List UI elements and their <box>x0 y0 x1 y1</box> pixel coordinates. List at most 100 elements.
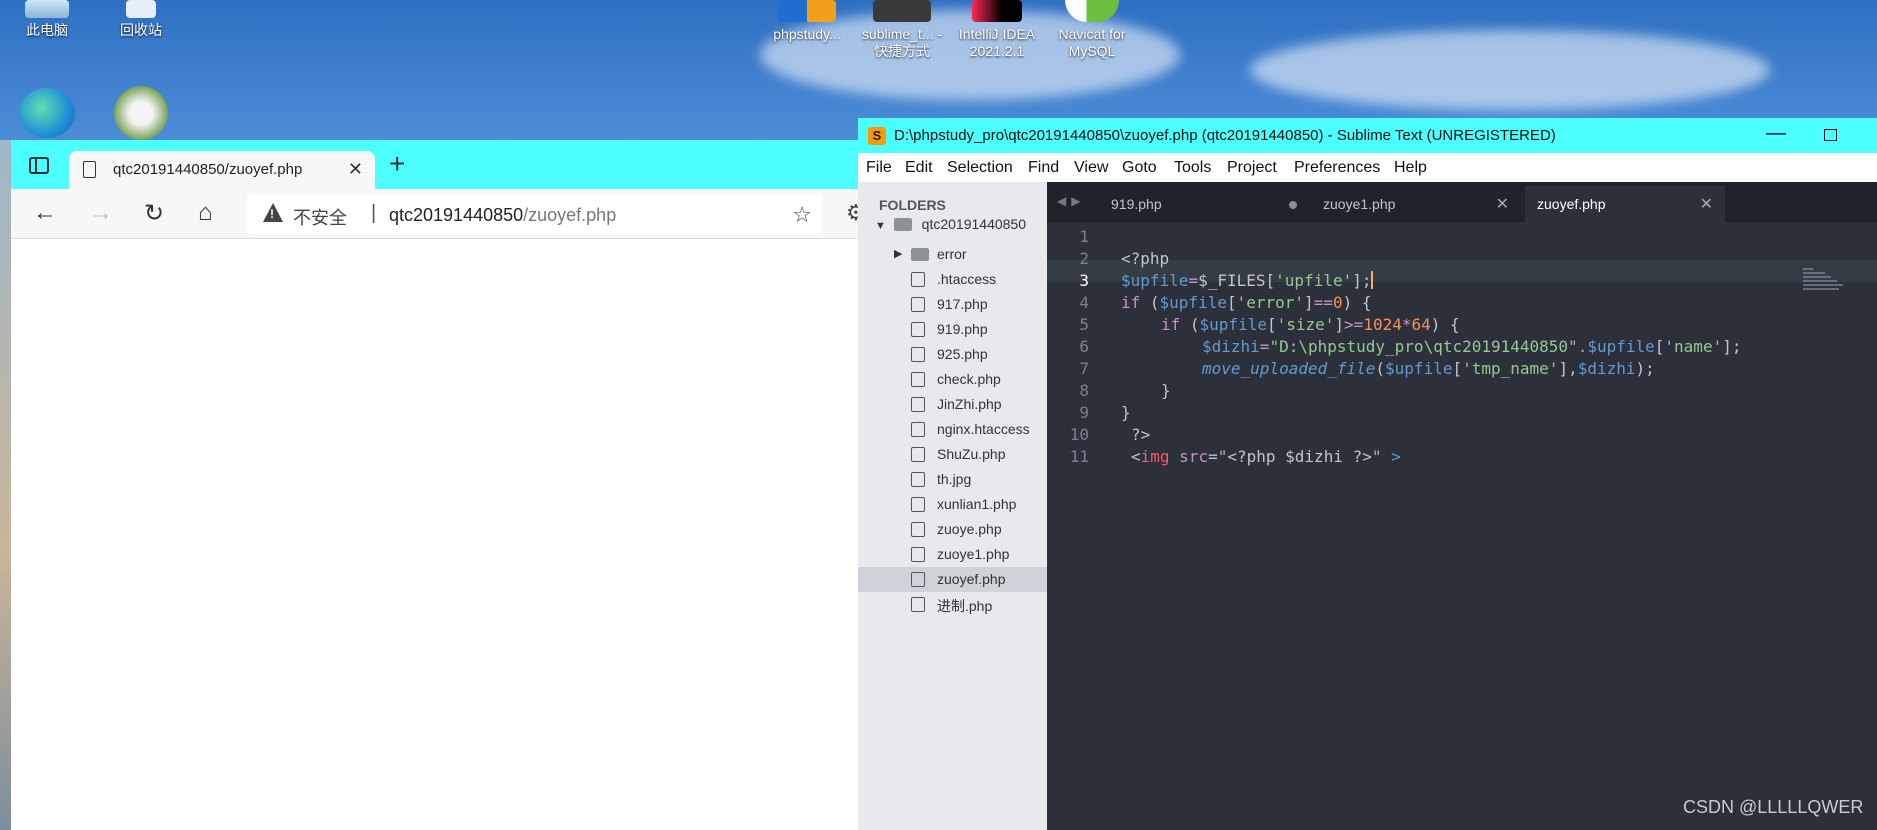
code-line: $upfile=$_FILES['upfile']; <box>1121 271 1374 290</box>
sidebar-item-file[interactable]: 进制.php <box>858 592 1047 617</box>
sidebar-item-file[interactable]: nginx.htaccess <box>858 417 1047 442</box>
home-button[interactable]: ⌂ <box>198 199 213 227</box>
sidebar-item-selected[interactable]: zuoyef.php <box>858 567 1047 592</box>
intellij-icon <box>972 0 1022 22</box>
this-pc-icon <box>25 0 69 18</box>
desktop-icon-recycle-bin[interactable]: 回收站 <box>98 0 184 39</box>
sidebar-item-file[interactable]: ShuZu.php <box>858 442 1047 467</box>
desktop-cloud <box>1250 30 1770 110</box>
line-number: 1 <box>1079 227 1089 246</box>
file-icon <box>911 547 925 562</box>
desktop-icon-intellij[interactable]: IntelliJ IDEA 2021.2.1 <box>954 0 1040 60</box>
tab-navigation-arrows[interactable]: ◀▶ <box>1057 194 1085 208</box>
editor-tab[interactable]: 919.php <box>1099 186 1309 222</box>
sidebar-item-file[interactable]: JinZhi.php <box>858 392 1047 417</box>
menu-goto[interactable]: Goto <box>1122 159 1157 177</box>
code-token: $dizhi <box>1577 359 1636 378</box>
sidebar-item-file[interactable]: check.php <box>858 367 1047 392</box>
tab-title: qtc20191440850/zuoyef.php <box>113 161 303 178</box>
tab-actions-icon[interactable] <box>29 157 49 174</box>
menu-find[interactable]: Find <box>1028 159 1059 177</box>
sidebar-item-label: zuoyef.php <box>937 571 1006 587</box>
maximize-button[interactable] <box>1824 129 1837 141</box>
sidebar-item-label: 925.php <box>937 346 988 362</box>
browser-tab[interactable]: qtc20191440850/zuoyef.php ✕ <box>69 151 375 189</box>
desktop-icon-navicat[interactable]: Navicat for MySQL <box>1049 0 1135 60</box>
menu-bar: File Edit Selection Find View Goto Tools… <box>858 153 1877 182</box>
editor-tab-active[interactable]: zuoyef.php ✕ <box>1525 186 1725 222</box>
code-token: 64 <box>1411 315 1431 334</box>
code-token: ( <box>1375 359 1386 378</box>
code-token: <?php <box>1121 249 1170 268</box>
desktop-icon-plants[interactable] <box>98 86 184 144</box>
new-tab-button[interactable]: + <box>389 148 405 180</box>
file-icon <box>911 272 925 287</box>
sidebar-item-file[interactable]: 919.php <box>858 317 1047 342</box>
code-token: == <box>1313 293 1333 312</box>
code-token: ] <box>1304 293 1314 312</box>
sublime-title-bar: S D:\phpstudy_pro\qtc20191440850\zuoyef.… <box>858 118 1877 153</box>
security-label[interactable]: 不安全 <box>293 204 347 230</box>
sidebar-item-label: nginx.htaccess <box>937 421 1030 437</box>
sidebar-item-label: xunlian1.php <box>937 496 1017 512</box>
sidebar-item-image[interactable]: th.jpg <box>858 467 1047 492</box>
forward-button[interactable]: → <box>89 199 113 227</box>
root-folder[interactable]: ▼ qtc20191440850 <box>875 216 1026 232</box>
warning-mark: ! <box>270 207 274 221</box>
close-tab-icon[interactable]: ✕ <box>1700 194 1713 214</box>
collapse-arrow-icon[interactable]: ▶ <box>894 247 902 260</box>
favorite-icon[interactable]: ☆ <box>792 202 812 228</box>
desktop-icon-sublime[interactable]: sublime_t... - 快捷方式 <box>860 0 944 60</box>
menu-selection[interactable]: Selection <box>947 159 1013 177</box>
menu-tools[interactable]: Tools <box>1174 159 1211 177</box>
code-token: <?php $dizhi ?> <box>1227 447 1372 466</box>
desktop-icon-edge[interactable] <box>4 88 90 142</box>
sidebar-item-file[interactable]: 925.php <box>858 342 1047 367</box>
folder-icon <box>893 218 912 231</box>
code-token: >= <box>1344 315 1364 334</box>
sidebar-item-file[interactable]: zuoye.php <box>858 517 1047 542</box>
line-number: 4 <box>1079 293 1089 312</box>
editor-tab[interactable]: zuoye1.php ✕ <box>1311 186 1521 222</box>
desktop-wallpaper-edge <box>0 140 11 830</box>
line-number: 8 <box>1079 381 1089 400</box>
menu-view[interactable]: View <box>1074 159 1108 177</box>
code-token: 'size' <box>1276 315 1335 334</box>
code-token: [ <box>1226 293 1237 312</box>
minimap[interactable] <box>1803 268 1863 298</box>
sublime-logo-icon: S <box>868 127 886 145</box>
code-token: [ <box>1266 315 1277 334</box>
menu-edit[interactable]: Edit <box>905 159 933 177</box>
phpstudy-icon <box>778 0 836 22</box>
code-token: $_FILES <box>1198 271 1266 290</box>
code-token: = <box>1188 271 1199 290</box>
code-token: } <box>1121 403 1131 422</box>
expand-icon[interactable]: ▼ <box>875 220 886 232</box>
minimize-button[interactable]: — <box>1766 122 1786 145</box>
file-icon <box>911 397 925 412</box>
sidebar-item-label: check.php <box>937 371 1001 387</box>
tab-close-icon[interactable]: ✕ <box>348 159 363 180</box>
sidebar-item-file[interactable]: 917.php <box>858 292 1047 317</box>
editor-tab-bar: ◀▶ 919.php zuoye1.php ✕ zuoyef.php ✕ <box>1047 182 1877 222</box>
sidebar-item-file[interactable]: zuoye1.php <box>858 542 1047 567</box>
back-button[interactable]: ← <box>33 199 57 227</box>
desktop-icon-phpstudy[interactable]: phpstudy... <box>764 0 850 43</box>
browser-window: qtc20191440850/zuoyef.php ✕ + ← → ↻ ⌂ ! … <box>11 140 866 830</box>
menu-project[interactable]: Project <box>1227 159 1277 177</box>
desktop-icon-this-pc[interactable]: 此电脑 <box>4 0 90 39</box>
editor-tab-label: zuoye1.php <box>1323 196 1396 212</box>
sidebar-item-file[interactable]: .htaccess <box>858 267 1047 292</box>
address-bar[interactable]: ! 不安全 | qtc20191440850/zuoyef.php ☆ <box>247 194 822 234</box>
menu-help[interactable]: Help <box>1394 159 1427 177</box>
desktop-icon-label: IntelliJ IDEA 2021.2.1 <box>958 26 1036 59</box>
code-area[interactable]: 1 2 3 4 5 6 7 8 9 10 11 <?php $upfile=$_… <box>1047 222 1877 830</box>
unsaved-indicator-icon[interactable] <box>1289 201 1297 209</box>
sidebar-item-file[interactable]: xunlian1.php <box>858 492 1047 517</box>
menu-preferences[interactable]: Preferences <box>1294 159 1380 177</box>
reload-button[interactable]: ↻ <box>144 199 164 228</box>
sidebar-item-error[interactable]: ▶ error <box>858 242 1047 267</box>
close-tab-icon[interactable]: ✕ <box>1496 194 1509 214</box>
menu-file[interactable]: File <box>866 159 892 177</box>
window-title: D:\phpstudy_pro\qtc20191440850\zuoyef.ph… <box>894 127 1556 144</box>
